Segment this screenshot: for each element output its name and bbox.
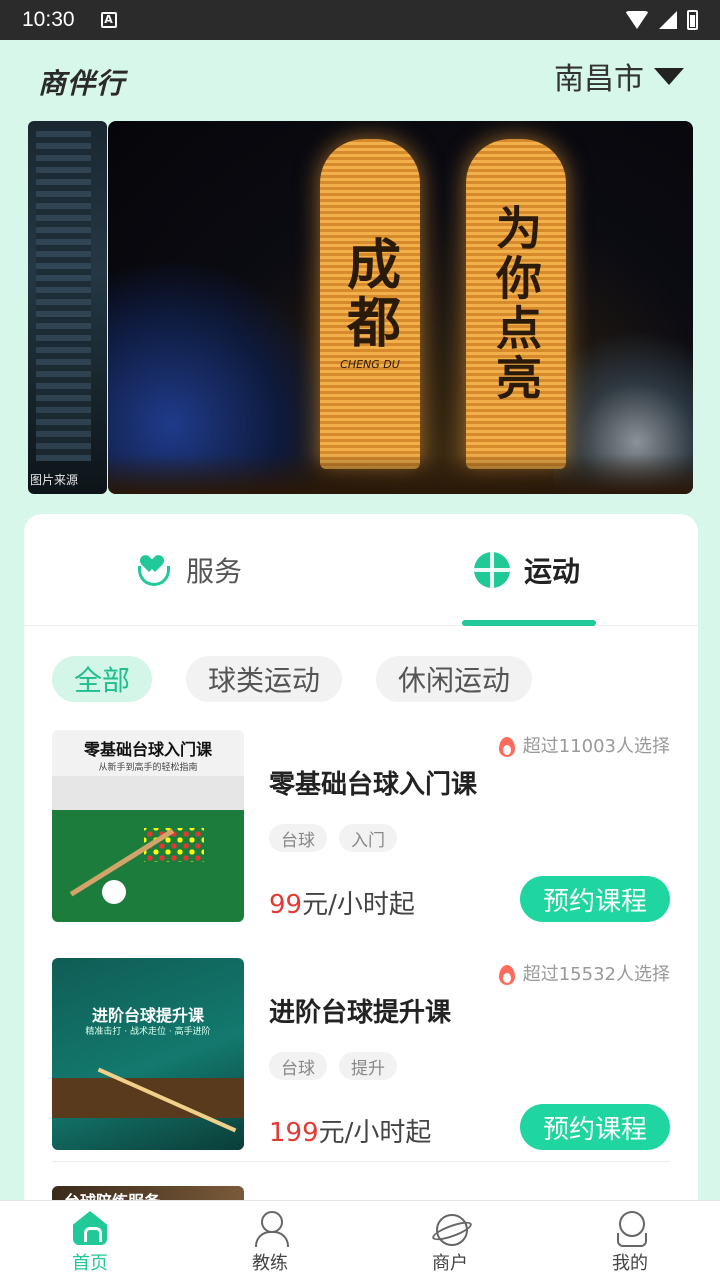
thumb-title: 零基础台球入门课 xyxy=(83,740,212,759)
flame-icon xyxy=(497,733,517,757)
cue-ball xyxy=(102,880,126,904)
notification-icon: A xyxy=(100,12,117,28)
status-time: 10:30 xyxy=(22,8,75,31)
price-unit: 元/小时起 xyxy=(318,1118,432,1148)
nav-merchant[interactable]: 商户 xyxy=(360,1201,540,1280)
price-number: 199 xyxy=(269,1118,319,1148)
signal-icon xyxy=(659,11,677,29)
banner-main-slide[interactable]: 成都 CHENG DU 为你点亮 xyxy=(108,121,693,494)
course-price: 99元/小时起 xyxy=(269,884,415,921)
course-tag: 台球 xyxy=(269,1052,327,1080)
wifi-icon xyxy=(625,11,649,29)
nav-mine[interactable]: 我的 xyxy=(540,1201,720,1280)
course-thumbnail[interactable]: 进阶台球提升课 精准击打 · 战术走位 · 高手进阶 xyxy=(52,958,244,1150)
course-title[interactable]: 零基础台球入门课 xyxy=(269,764,477,801)
tower-right: 为你点亮 xyxy=(466,139,566,469)
price-unit: 元/小时起 xyxy=(302,890,415,920)
heart-hand-icon xyxy=(136,552,172,588)
course-tag: 入门 xyxy=(339,824,397,852)
city-selector[interactable]: 南昌市 xyxy=(554,54,684,98)
app-header: 商伴行 南昌市 xyxy=(0,40,720,120)
course-tag: 提升 xyxy=(339,1052,397,1080)
course-title[interactable]: 进阶台球提升课 xyxy=(269,992,451,1029)
popularity-text: 超过11003人选择 xyxy=(522,736,670,757)
coach-icon xyxy=(253,1211,289,1247)
planet-icon xyxy=(433,1211,468,1246)
tower-right-text: 为你点亮 xyxy=(489,204,543,404)
app-logo: 商伴行 xyxy=(38,67,126,100)
tower-left-text: 成都 xyxy=(337,236,402,352)
course-tags: 台球 提升 xyxy=(269,1052,397,1080)
city-name: 南昌市 xyxy=(554,62,644,97)
tower-left-sub: CHENG DU xyxy=(340,358,400,371)
banner-ground xyxy=(108,454,693,494)
content-card: 服务 运动 全部 球类运动 休闲运动 零基础台球入门课 从新手到高手的轻松指南 … xyxy=(24,514,698,1214)
course-tag: 台球 xyxy=(269,824,327,852)
chip-leisure-sports[interactable]: 休闲运动 xyxy=(376,656,533,702)
caret-down-icon xyxy=(654,67,684,85)
building-image xyxy=(36,131,91,461)
tab-service[interactable]: 服务 xyxy=(136,550,242,590)
profile-icon xyxy=(613,1211,647,1247)
banner-carousel[interactable]: 图片来源 成都 CHENG DU 为你点亮 xyxy=(28,121,693,494)
book-course-button[interactable]: 预约课程 xyxy=(520,1104,670,1150)
battery-icon xyxy=(687,10,698,30)
popularity-text: 超过15532人选择 xyxy=(522,964,670,985)
nav-coach-label: 教练 xyxy=(252,1253,288,1274)
nav-home[interactable]: 首页 xyxy=(0,1201,180,1280)
filter-chips: 全部 球类运动 休闲运动 xyxy=(52,656,533,702)
course-item[interactable]: 零基础台球入门课 从新手到高手的轻松指南 超过11003人选择 零基础台球入门课… xyxy=(52,730,670,942)
book-course-button[interactable]: 预约课程 xyxy=(520,876,670,922)
basketball-icon xyxy=(474,552,510,588)
popularity-badge: 超过11003人选择 xyxy=(497,732,670,758)
tab-sport-label: 运动 xyxy=(524,555,581,588)
nav-mine-label: 我的 xyxy=(612,1253,648,1274)
nav-home-label: 首页 xyxy=(72,1253,108,1274)
nav-coach[interactable]: 教练 xyxy=(180,1201,360,1280)
flame-icon xyxy=(497,961,517,985)
category-tabs: 服务 运动 xyxy=(24,514,698,626)
home-icon xyxy=(73,1211,107,1245)
course-thumbnail[interactable]: 零基础台球入门课 从新手到高手的轻松指南 xyxy=(52,730,244,922)
status-bar: 10:30 A xyxy=(0,0,720,40)
banner-prev-caption: 图片来源 xyxy=(30,473,79,487)
course-tags: 台球 入门 xyxy=(269,824,397,852)
bottom-nav: 首页 教练 商户 我的 xyxy=(0,1200,720,1280)
chip-ball-sports[interactable]: 球类运动 xyxy=(186,656,343,702)
thumb-subtitle: 精准击打 · 战术走位 · 高手进阶 xyxy=(85,1027,211,1037)
status-icons xyxy=(625,10,698,30)
active-tab-indicator xyxy=(462,620,596,626)
table-rail xyxy=(52,1078,244,1118)
course-item[interactable]: 进阶台球提升课 精准击打 · 战术走位 · 高手进阶 超过15532人选择 进阶… xyxy=(52,958,670,1162)
tab-sport[interactable]: 运动 xyxy=(474,550,580,590)
popularity-badge: 超过15532人选择 xyxy=(497,960,670,986)
banner-prev-slide[interactable]: 图片来源 xyxy=(28,121,107,494)
tab-service-label: 服务 xyxy=(186,555,243,588)
thumb-subtitle: 从新手到高手的轻松指南 xyxy=(98,763,198,773)
chip-all[interactable]: 全部 xyxy=(52,656,153,702)
thumb-title: 进阶台球提升课 xyxy=(91,1006,204,1025)
tower-left: 成都 CHENG DU xyxy=(320,139,420,469)
course-price: 199元/小时起 xyxy=(269,1112,431,1149)
price-number: 99 xyxy=(269,890,303,920)
nav-merchant-label: 商户 xyxy=(432,1253,468,1274)
